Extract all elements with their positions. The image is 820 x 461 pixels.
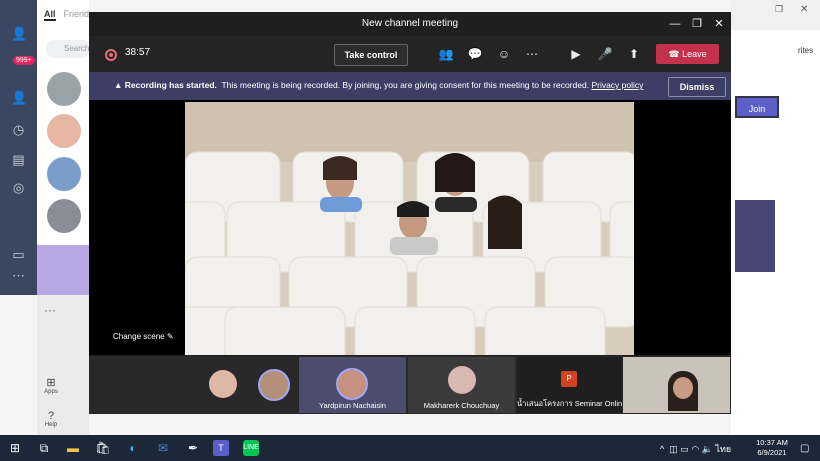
pencil-icon: ✎ — [166, 332, 174, 341]
tab-friends[interactable]: Friend — [64, 9, 90, 19]
banner-bold: Recording has started. — [124, 80, 217, 90]
avatar — [448, 366, 476, 394]
participant-tile[interactable] — [195, 357, 251, 413]
avatar — [336, 368, 368, 400]
close-icon[interactable]: ✕ — [708, 12, 730, 36]
line-app-icon[interactable]: LINE — [243, 440, 259, 456]
chat-avatar[interactable] — [47, 157, 81, 191]
restore-icon[interactable]: ❐ — [775, 4, 783, 15]
more-apps-icon[interactable]: ··· — [44, 303, 56, 317]
participant-tile[interactable]: P น้ำเสนอโครงการ Seminar Online... — [517, 357, 622, 413]
avatar — [209, 370, 237, 398]
change-scene-button[interactable]: Change scene ✎ — [113, 332, 174, 341]
maximize-icon[interactable]: ❐ — [686, 12, 708, 36]
close-icon[interactable]: ✕ — [800, 4, 808, 15]
powerpoint-icon: P — [561, 371, 577, 387]
volume-icon[interactable]: 🔈 — [702, 444, 713, 454]
banner-text: ▲ Recording has started. This meeting is… — [114, 80, 643, 90]
language-indicator[interactable]: ไทย — [715, 444, 731, 454]
reactions-icon[interactable]: ☺ — [495, 45, 513, 63]
chevron-up-icon[interactable]: ^ — [660, 444, 664, 454]
together-mode-video — [185, 102, 634, 355]
tab-all[interactable]: All — [44, 9, 56, 21]
battery-icon[interactable]: ▭ — [680, 444, 689, 454]
time: 10:37 AM — [756, 438, 788, 447]
participant-name: น้ำเสนอโครงการ Seminar Online... — [517, 399, 622, 408]
date: 6/9/2021 — [757, 448, 787, 457]
wifi-icon[interactable]: ◠ — [691, 444, 699, 454]
self-video-tile[interactable] — [623, 357, 730, 413]
self-video-face — [673, 377, 693, 399]
profile-icon[interactable]: 👤 — [11, 26, 27, 41]
edge-icon[interactable]: ◐ — [125, 440, 141, 456]
share-screen-icon[interactable]: ⬆ — [625, 45, 643, 63]
chat-avatar[interactable] — [47, 72, 81, 106]
join-button[interactable]: Join — [735, 96, 779, 118]
more-icon[interactable]: ⋯ — [11, 268, 26, 283]
system-tray: ^ ◫ ▭ ◠ 🔈 ไทย — [660, 442, 731, 456]
dismiss-button[interactable]: Dismiss — [668, 77, 726, 97]
warning-icon: ▲ — [114, 80, 125, 90]
store-icon[interactable]: 🛍 — [95, 440, 111, 456]
partial-label: rites — [798, 46, 814, 55]
notification-icon[interactable]: ▢ — [800, 443, 809, 454]
participants-icon[interactable]: 👥 — [437, 45, 455, 63]
participant-name: Makharerk Chouchuay — [423, 401, 500, 410]
mic-off-icon[interactable]: 🎤 — [596, 45, 614, 63]
notes-icon[interactable]: ▤ — [11, 152, 26, 167]
pen-app-icon[interactable]: ✒ — [185, 440, 201, 456]
privacy-policy-link[interactable]: Privacy policy — [591, 80, 643, 90]
apps-button[interactable]: ⊞ Apps — [40, 376, 62, 395]
camera-icon[interactable]: ▶ — [567, 45, 585, 63]
auditorium-scene — [185, 102, 634, 355]
video-icon[interactable]: ▭ — [11, 247, 26, 262]
banner-message: This meeting is being recorded. By joini… — [221, 80, 590, 90]
meeting-title: New channel meeting — [361, 18, 459, 29]
minimize-icon[interactable]: — — [664, 12, 686, 36]
file-explorer-icon[interactable]: ▬ — [65, 440, 81, 456]
line-icon[interactable]: ◎ — [11, 180, 26, 195]
search-input[interactable]: Search — [46, 40, 90, 58]
participant-tile[interactable] — [253, 357, 297, 413]
chat-avatar[interactable] — [47, 114, 81, 148]
participant-tile[interactable]: Yardpirun Nachaisin — [299, 357, 406, 413]
help-button[interactable]: ? Help — [40, 410, 62, 428]
meeting-timer: 38:57 — [125, 47, 151, 58]
add-friend-icon[interactable]: 👤 — [11, 90, 27, 105]
mail-icon[interactable]: ✉ — [155, 440, 171, 456]
meeting-card[interactable] — [735, 200, 775, 272]
clock-icon[interactable]: ◷ — [11, 122, 26, 137]
participant-name: Yardpirun Nachaisin — [319, 401, 386, 410]
windows-start-icon[interactable]: ⊞ — [7, 440, 23, 456]
more-actions-icon[interactable]: ⋯ — [523, 45, 541, 63]
take-control-button[interactable]: Take control — [334, 44, 408, 66]
leave-label: Leave — [682, 49, 707, 59]
task-view-icon[interactable]: ⧉ — [36, 440, 52, 456]
teams-icon[interactable]: T — [213, 440, 229, 456]
change-scene-label: Change scene — [113, 332, 165, 341]
participant-tile[interactable]: Makharerk Chouchuay — [408, 357, 515, 413]
phone-icon: ☎ — [668, 49, 683, 59]
avatar — [258, 369, 290, 401]
teams-tray-icon[interactable]: ◫ — [669, 444, 678, 454]
selected-chat[interactable] — [37, 245, 89, 295]
recording-icon — [105, 49, 117, 61]
chat-avatar[interactable] — [47, 199, 81, 233]
clock[interactable]: 10:37 AM 6/9/2021 — [752, 438, 792, 458]
chat-icon[interactable]: 💬 — [466, 45, 484, 63]
unread-badge: 999+ — [13, 56, 35, 65]
leave-button[interactable]: ☎ Leave — [656, 44, 719, 64]
